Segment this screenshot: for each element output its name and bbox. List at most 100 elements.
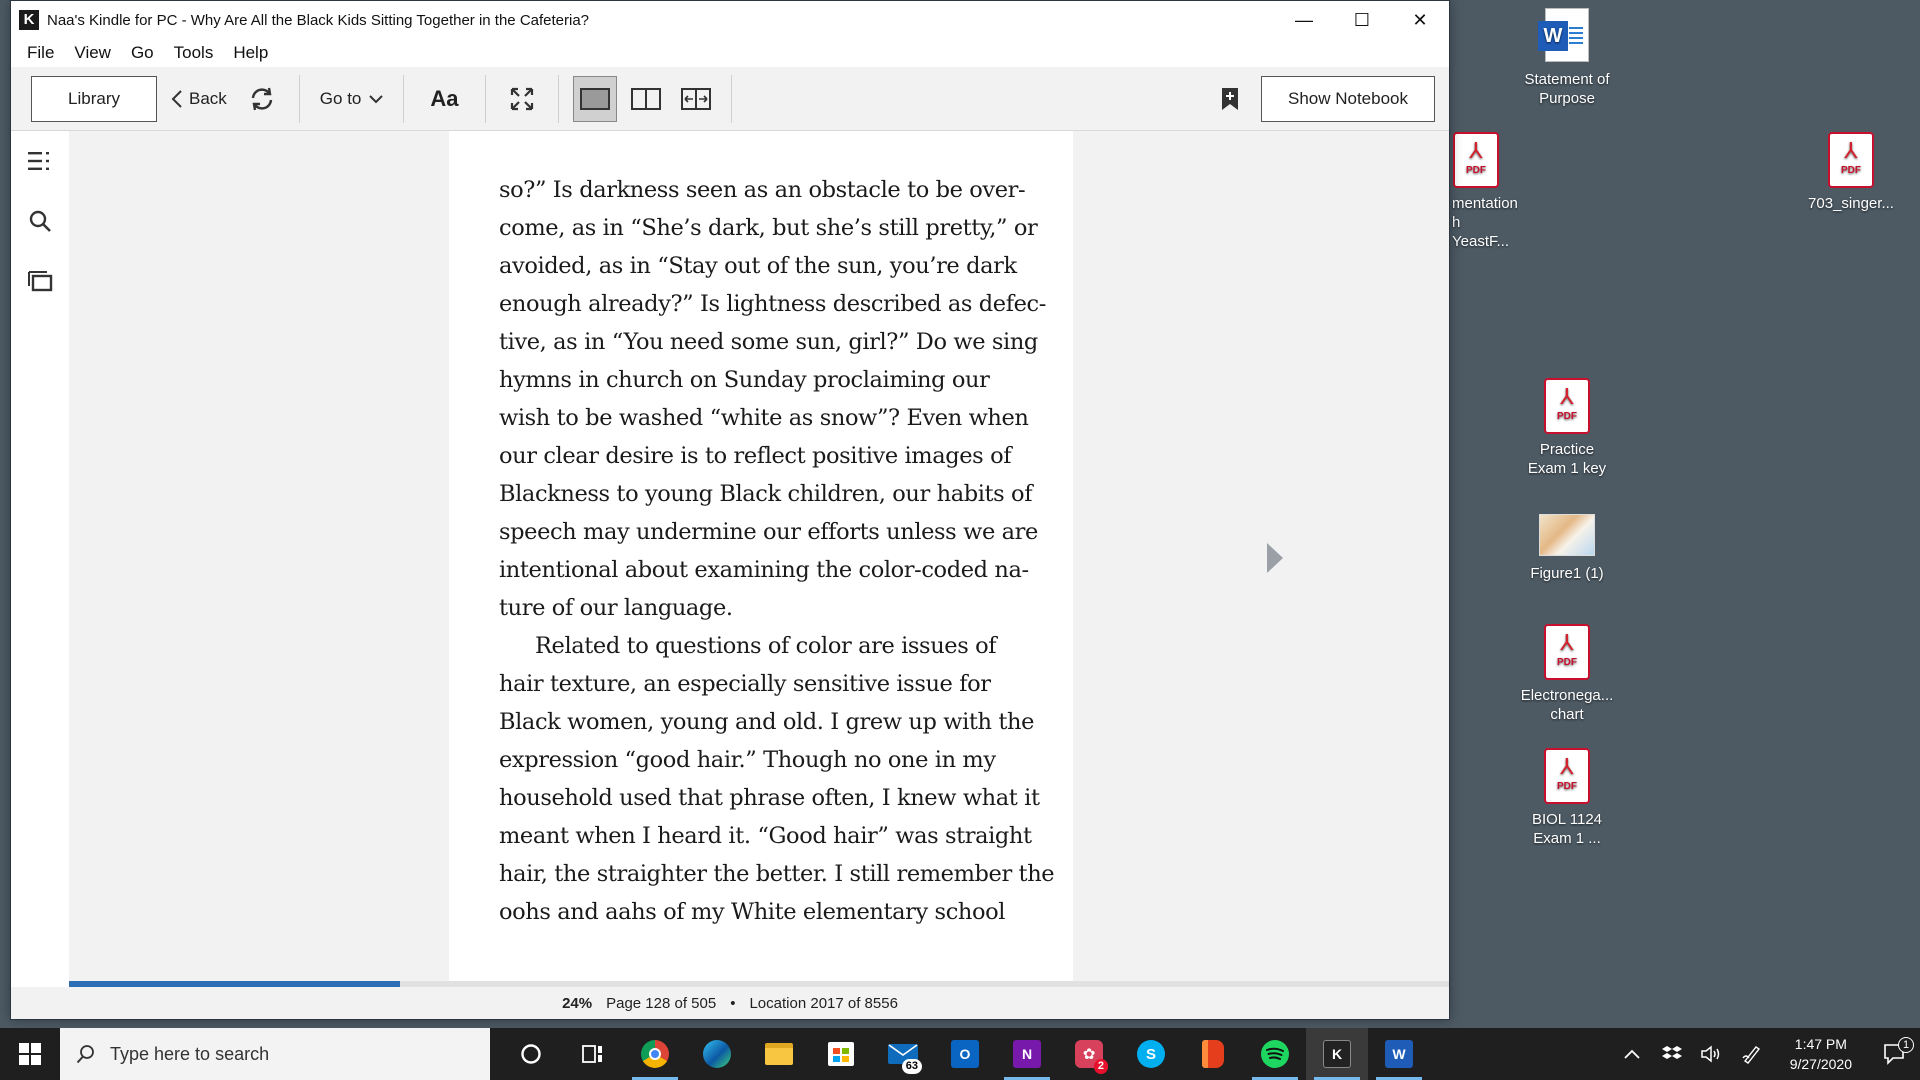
start-button[interactable] xyxy=(0,1028,60,1080)
book-text-line: wish to be washed “white as snow”? Even … xyxy=(499,405,1029,431)
taskbar-spotify[interactable] xyxy=(1244,1028,1306,1080)
book-text-line: enough already?” Is lightness described … xyxy=(499,291,1046,317)
window-title: Naa's Kindle for PC - Why Are All the Bl… xyxy=(47,11,590,29)
two-column-button[interactable] xyxy=(621,76,671,122)
search-button[interactable] xyxy=(11,191,69,251)
chevron-left-icon xyxy=(171,89,182,108)
bookmark-plus-icon xyxy=(1222,87,1238,110)
pdf-file-icon: ⅄ PDF xyxy=(1825,132,1877,190)
action-center-button[interactable]: 1 xyxy=(1870,1037,1920,1065)
system-tray: 1:47 PM 9/27/2020 1 xyxy=(1612,1028,1920,1080)
taskbar-onenote[interactable]: N xyxy=(996,1028,1058,1080)
flashcards-button[interactable] xyxy=(11,251,69,311)
single-column-button[interactable] xyxy=(572,75,617,122)
fullscreen-button[interactable] xyxy=(496,76,548,122)
onenote-icon: N xyxy=(1013,1040,1041,1068)
book-text-line: hair texture, an especially sensitive is… xyxy=(499,671,991,697)
taskbar-word[interactable]: W xyxy=(1368,1028,1430,1080)
single-page-icon xyxy=(579,87,610,110)
taskbar-skype[interactable]: S xyxy=(1120,1028,1182,1080)
search-icon xyxy=(76,1045,94,1064)
book-text-line: oohs and aahs of my White elementary sch… xyxy=(499,899,1006,925)
maximize-button[interactable]: ☐ xyxy=(1333,1,1391,39)
notification-count: 1 xyxy=(1898,1037,1914,1053)
menu-view[interactable]: View xyxy=(64,43,121,63)
desktop-icon-biol-exam-pdf[interactable]: ⅄ PDF BIOL 1124 Exam 1 ... xyxy=(1512,748,1622,848)
kindle-icon: K xyxy=(1323,1040,1351,1068)
book-page: so?” Is darkness seen as an obstacle to … xyxy=(449,131,1073,981)
show-hidden-icons-button[interactable] xyxy=(1612,1049,1652,1059)
book-text-line: hair, the straighter the better. I still… xyxy=(499,861,1055,887)
windows-logo-icon xyxy=(19,1043,41,1065)
menu-go[interactable]: Go xyxy=(121,43,164,63)
menu-file[interactable]: File xyxy=(17,43,64,63)
taskbar-edge[interactable] xyxy=(686,1028,748,1080)
taskbar-store[interactable] xyxy=(810,1028,872,1080)
taskbar-outlook[interactable]: O xyxy=(934,1028,996,1080)
desktop-icon-figure1[interactable]: Figure1 (1) xyxy=(1512,506,1622,583)
clock-time: 1:47 PM xyxy=(1794,1036,1847,1052)
goto-button[interactable]: Go to xyxy=(310,76,394,122)
menu-help[interactable]: Help xyxy=(223,43,278,63)
minimize-button[interactable]: — xyxy=(1275,1,1333,39)
book-text-line: speech may undermine our efforts unless … xyxy=(499,519,1038,545)
kindle-window: K Naa's Kindle for PC - Why Are All the … xyxy=(10,0,1450,1020)
desktop-icon-statement-of-purpose[interactable]: W Statement of Purpose xyxy=(1512,8,1622,108)
image-thumbnail-icon xyxy=(1539,514,1595,556)
word-document-icon: W xyxy=(1538,8,1593,66)
toolbar-divider xyxy=(484,74,486,123)
close-button[interactable]: ✕ xyxy=(1391,1,1449,39)
taskbar-office[interactable] xyxy=(1182,1028,1244,1080)
desktop-icon-practice-exam-pdf[interactable]: ⅄ PDF Practice Exam 1 key xyxy=(1512,378,1622,478)
back-button[interactable]: Back xyxy=(157,76,235,122)
menu-tools[interactable]: Tools xyxy=(164,43,224,63)
book-text-line: so?” Is darkness seen as an obstacle to … xyxy=(499,177,1026,203)
library-button[interactable]: Library xyxy=(31,75,157,122)
teams-badge: 2 xyxy=(1093,1059,1108,1074)
reading-area[interactable]: so?” Is darkness seen as an obstacle to … xyxy=(69,131,1449,987)
task-view-button[interactable] xyxy=(562,1028,624,1080)
next-page-arrow-icon[interactable] xyxy=(1267,543,1283,573)
desktop-icon-electronegativity-pdf[interactable]: ⅄ PDF Electronega... chart xyxy=(1512,624,1622,724)
show-notebook-button[interactable]: Show Notebook xyxy=(1261,75,1435,122)
desktop-icon-label: Figure1 (1) xyxy=(1530,565,1604,582)
title-bar[interactable]: K Naa's Kindle for PC - Why Are All the … xyxy=(11,1,1449,39)
taskbar-kindle[interactable]: K xyxy=(1306,1028,1368,1080)
skype-icon: S xyxy=(1137,1040,1165,1068)
desktop-icon-703-singer-pdf[interactable]: ⅄ PDF 703_singer... xyxy=(1796,132,1906,213)
book-text-line: Blackness to young Black children, our h… xyxy=(499,481,1033,507)
volume-button[interactable] xyxy=(1692,1045,1732,1063)
taskbar-search[interactable]: Type here to search xyxy=(60,1028,490,1080)
desktop-icon-label: Exam 1 key xyxy=(1527,460,1607,477)
font-settings-button[interactable]: Aa xyxy=(414,76,474,122)
volume-icon xyxy=(1700,1045,1719,1063)
toolbar: Library Back Go to Aa Show Notebook xyxy=(11,67,1449,131)
fit-page-button[interactable] xyxy=(671,76,721,122)
taskbar-mail[interactable]: 63 xyxy=(872,1028,934,1080)
chevron-up-icon xyxy=(1624,1049,1640,1059)
toolbar-divider xyxy=(403,74,405,123)
table-of-contents-icon xyxy=(28,152,49,170)
cortana-button[interactable] xyxy=(500,1028,562,1080)
book-text-line: Black women, young and old. I grew up wi… xyxy=(499,709,1035,735)
desktop-icon-label: Purpose xyxy=(1539,90,1595,107)
desktop-icon-label: chart xyxy=(1550,706,1584,723)
taskbar-teams[interactable]: ✿ 2 xyxy=(1058,1028,1120,1080)
taskbar-apps: 63 O N ✿ 2 S K W xyxy=(500,1028,1430,1080)
add-bookmark-button[interactable] xyxy=(1199,76,1261,122)
taskbar-chrome[interactable] xyxy=(624,1028,686,1080)
menu-bar: File View Go Tools Help xyxy=(11,39,1449,67)
taskbar-clock[interactable]: 1:47 PM 9/27/2020 xyxy=(1772,1034,1870,1074)
book-text-line: Related to questions of color are issues… xyxy=(535,633,997,659)
toolbar-divider xyxy=(730,74,732,123)
pen-workspace-button[interactable] xyxy=(1732,1044,1772,1064)
book-text-line: intentional about examining the color-co… xyxy=(499,557,1029,583)
desktop-icon-label: Electronega... xyxy=(1520,687,1614,704)
mail-unread-badge: 63 xyxy=(901,1059,922,1074)
table-of-contents-button[interactable] xyxy=(11,131,69,191)
taskbar-file-explorer[interactable] xyxy=(748,1028,810,1080)
outlook-icon: O xyxy=(951,1040,979,1068)
flashcards-icon xyxy=(28,271,53,292)
dropbox-tray-button[interactable] xyxy=(1652,1045,1692,1063)
sync-button[interactable] xyxy=(235,76,289,122)
